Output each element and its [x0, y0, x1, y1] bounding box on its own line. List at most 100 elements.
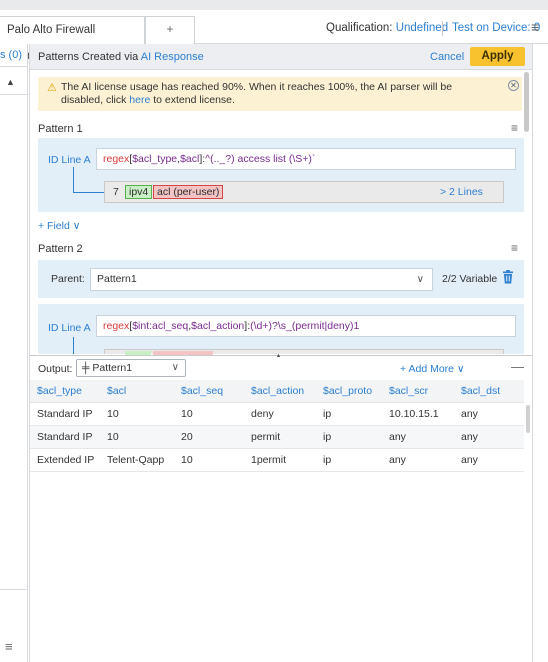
hamburger-icon[interactable]: ≡ — [511, 121, 518, 135]
test-on-device-link[interactable]: Test on Device: 0 — [452, 20, 540, 36]
top-strip — [0, 0, 548, 10]
trash-icon[interactable] — [502, 270, 514, 284]
column-header[interactable]: $acl_action — [244, 380, 316, 403]
tab-bar: Palo Alto Firewall format2 + Qualificati… — [0, 10, 548, 62]
warning-text-before: The AI license usage has reached 90%. Wh… — [61, 81, 453, 106]
id-line-label: ID Line A — [48, 154, 91, 166]
table-cell: 1permit — [244, 448, 316, 472]
regex-variable: $int:acl_seq — [132, 320, 189, 332]
regex-pattern: (\d+)?\s_(permit|deny)1 — [250, 320, 360, 332]
table-row[interactable]: Standard IP 10 20 permit ip any any — [30, 425, 524, 449]
regex-variable: $acl_action — [191, 320, 245, 332]
parent-select-value: Pattern1 — [97, 273, 137, 285]
table-scrollbar[interactable] — [526, 405, 530, 433]
close-icon[interactable]: ✕ — [508, 80, 519, 91]
minimize-icon[interactable]: — — [511, 359, 524, 374]
connector-line — [73, 167, 74, 192]
table-cell: 10 — [100, 402, 174, 426]
table-cell: any — [382, 425, 454, 449]
cancel-button[interactable]: Cancel — [430, 51, 464, 63]
tab-palo-alto-format2[interactable]: Palo Alto Firewall format2 — [0, 16, 145, 62]
table-cell: deny — [244, 402, 316, 426]
output-pattern-select[interactable]: ╪ Pattern1 ∨ — [76, 359, 186, 377]
qualification-label: Qualification: — [326, 22, 393, 34]
matched-token-green[interactable]: ipv4 — [125, 185, 153, 199]
column-header[interactable]: $acl_scr — [382, 380, 454, 403]
panel-header: Patterns Created via AI Response Cancel … — [30, 44, 532, 70]
qualification-status: Qualification: Undefined — [326, 20, 448, 36]
matched-token-red[interactable]: acl (per-user) — [153, 185, 224, 199]
app-root: Palo Alto Firewall format2 + Qualificati… — [0, 0, 548, 662]
pattern2-label: Pattern 2 — [38, 243, 83, 255]
left-rail: s (0) ▲ ≡ — [0, 44, 28, 662]
variable-count: 2/2 Variable — [442, 273, 498, 285]
hamburger-icon[interactable]: ≡ — [511, 241, 518, 255]
output-toolbar: Output: ╪ Pattern1 ∨ + Add More ∨ — — [30, 357, 532, 379]
output-label: Output: — [38, 363, 73, 375]
pattern2-match-line — [104, 349, 504, 355]
chevron-down-icon: ∨ — [416, 274, 424, 285]
chevron-up-icon[interactable]: ▲ — [6, 77, 15, 87]
qualification-value[interactable]: Undefined — [396, 22, 448, 34]
parent-select[interactable]: Pattern1 ∨ — [90, 268, 433, 291]
ai-license-warning: ⚠ The AI license usage has reached 90%. … — [38, 77, 522, 111]
column-header[interactable]: $acl_proto — [316, 380, 382, 403]
table-cell: 10.10.15.1 — [382, 402, 454, 426]
divider — [0, 589, 28, 590]
pattern1-match-line[interactable]: 7 ipv4 acl (per-user) > 2 Lines — [104, 181, 504, 203]
table-cell: 20 — [174, 425, 244, 449]
pattern1-box: ID Line A regex[$acl_type,$acl]:^(.._?) … — [38, 138, 524, 212]
add-more-button[interactable]: + Add More ∨ — [400, 363, 465, 375]
apply-button[interactable]: Apply — [470, 47, 525, 66]
pattern2-box: ID Line A regex[$int:acl_seq,$acl_action… — [38, 304, 524, 355]
header-divider — [442, 21, 443, 36]
table-row[interactable]: Extended IP Telent-Qapp 10 1permit ip an… — [30, 448, 524, 472]
regex-variable: $acl — [180, 153, 200, 165]
column-header[interactable]: $acl_dst — [454, 380, 524, 403]
table-cell: ip — [316, 402, 382, 426]
extend-license-link[interactable]: here — [129, 94, 150, 106]
table-cell: any — [454, 448, 524, 472]
divider — [0, 94, 28, 95]
warning-text-after: to extend license. — [150, 94, 235, 106]
hamburger-icon[interactable]: ≡ — [531, 19, 539, 35]
warning-text: The AI license usage has reached 90%. Wh… — [61, 81, 491, 107]
expand-lines-link[interactable]: > 2 Lines — [440, 186, 483, 198]
regex-keyword: regex — [103, 320, 130, 332]
patterns-panel: Patterns Created via AI Response Cancel … — [29, 44, 533, 662]
table-cell: any — [454, 402, 524, 426]
table-cell: any — [454, 425, 524, 449]
parent-label: Parent: — [51, 273, 85, 285]
table-cell: permit — [244, 425, 316, 449]
connector-line — [73, 337, 74, 354]
table-header-row: $acl_type $acl $acl_seq $acl_action $acl… — [30, 380, 524, 403]
hamburger-icon[interactable]: ≡ — [5, 639, 13, 654]
table-cell: ip — [316, 448, 382, 472]
table-cell: Extended IP — [30, 448, 100, 472]
pattern2-parent-row: Parent: Pattern1 ∨ 2/2 Variable — [38, 260, 524, 298]
table-cell: Standard IP — [30, 425, 100, 449]
column-header[interactable]: $acl — [100, 380, 174, 403]
column-header[interactable]: $acl_seq — [174, 380, 244, 403]
table-cell: 10 — [174, 448, 244, 472]
table-cell: any — [382, 448, 454, 472]
panel-title: Patterns Created via AI Response — [38, 51, 204, 63]
add-tab-button[interactable]: + — [145, 16, 195, 44]
regex-pattern: ^(.._?) access list (\S+)` — [205, 153, 316, 165]
column-header[interactable]: $acl_type — [30, 380, 100, 403]
add-field-button[interactable]: + Field ∨ — [38, 220, 80, 232]
line-number: 7 — [113, 186, 119, 198]
regex-variable: $acl_type — [132, 153, 178, 165]
table-cell: 10 — [174, 402, 244, 426]
left-rail-count[interactable]: s (0) — [0, 49, 22, 61]
ai-response-link[interactable]: AI Response — [141, 51, 204, 63]
right-gutter — [533, 44, 548, 662]
table-row[interactable]: Standard IP 10 10 deny ip 10.10.15.1 any — [30, 402, 524, 426]
panel-scrollbar[interactable] — [524, 72, 529, 132]
table-cell: Telent-Qapp — [100, 448, 174, 472]
pattern1-label: Pattern 1 — [38, 123, 83, 135]
pattern1-regex-input[interactable]: regex[$acl_type,$acl]:^(.._?) access lis… — [96, 148, 516, 170]
pattern2-regex-input[interactable]: regex[$int:acl_seq,$acl_action]:(\d+)?\s… — [96, 315, 516, 337]
output-pattern-value: ╪ Pattern1 — [82, 362, 133, 374]
table-cell: ip — [316, 425, 382, 449]
